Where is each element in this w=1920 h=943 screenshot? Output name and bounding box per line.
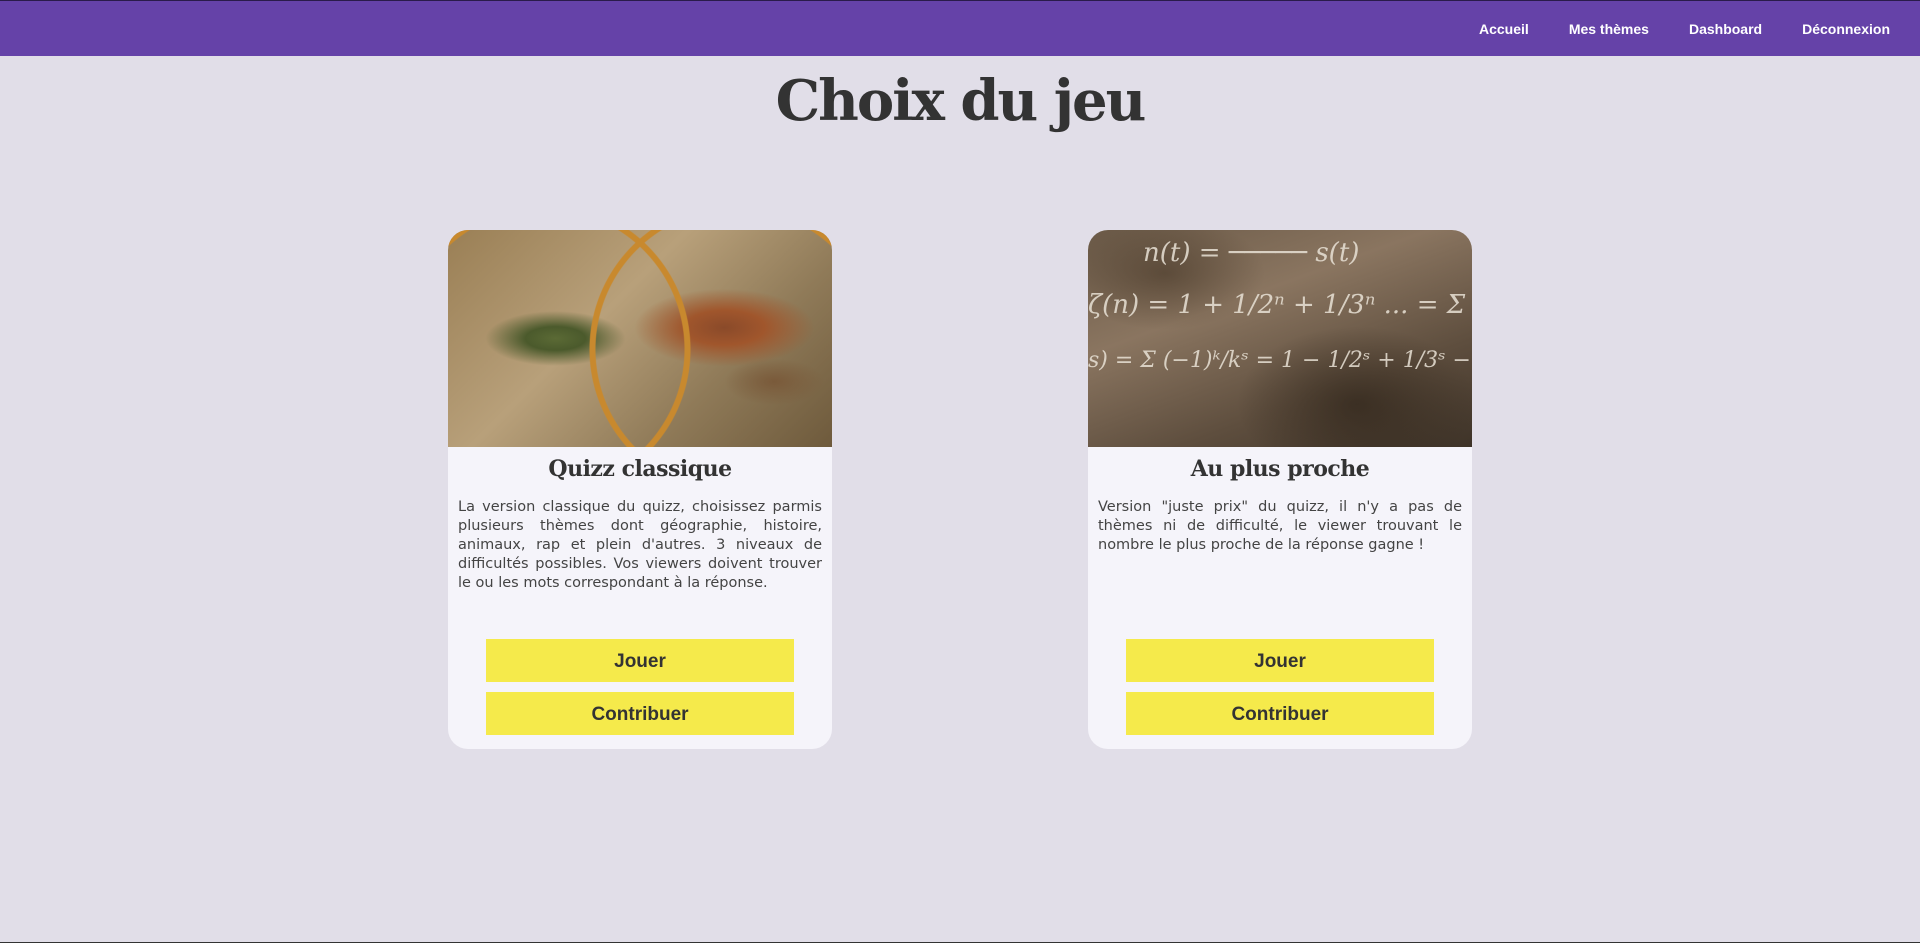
world-map-image — [448, 230, 832, 447]
navbar: Accueil Mes thèmes Dashboard Déconnexion — [0, 0, 1920, 56]
card-description: La version classique du quizz, choisisse… — [458, 499, 822, 591]
nav-link-mes-themes[interactable]: Mes thèmes — [1569, 21, 1649, 37]
card-title: Au plus proche — [1190, 456, 1370, 482]
contribute-button[interactable]: Contribuer — [486, 692, 794, 735]
math-formulas-image: n(t) = ───── s(t) ζ(n) = 1 + 1/2ⁿ + 1/3ⁿ… — [1088, 230, 1472, 447]
play-button[interactable]: Jouer — [486, 639, 794, 682]
contribute-button[interactable]: Contribuer — [1126, 692, 1434, 735]
game-card-au-plus-proche: n(t) = ───── s(t) ζ(n) = 1 + 1/2ⁿ + 1/3ⁿ… — [1088, 230, 1472, 749]
nav-link-deconnexion[interactable]: Déconnexion — [1802, 21, 1890, 37]
nav-link-dashboard[interactable]: Dashboard — [1689, 21, 1762, 37]
play-button[interactable]: Jouer — [1126, 639, 1434, 682]
page-title: Choix du jeu — [775, 68, 1147, 134]
card-description: Version "juste prix" du quizz, il n'y a … — [1098, 499, 1462, 553]
nav-link-accueil[interactable]: Accueil — [1479, 21, 1529, 37]
nav-links: Accueil Mes thèmes Dashboard Déconnexion — [1439, 1, 1890, 57]
card-title: Quizz classique — [548, 456, 732, 482]
game-card-quizz-classique: Quizz classique La version classique du … — [448, 230, 832, 749]
